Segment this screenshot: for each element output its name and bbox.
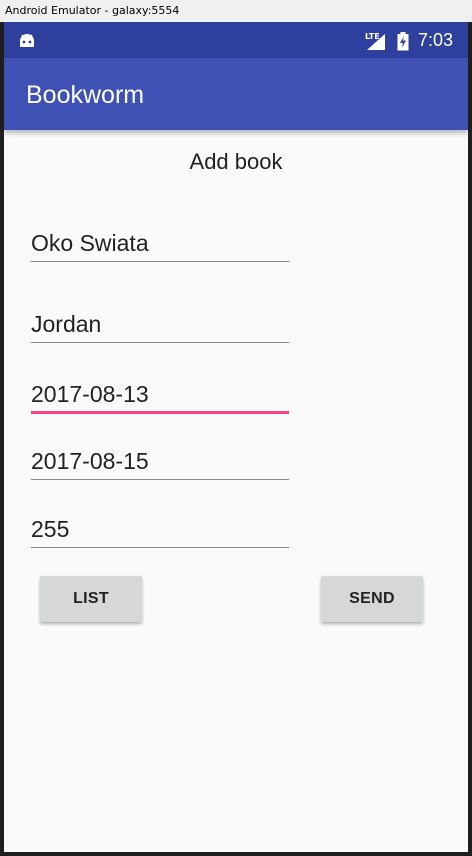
author-field[interactable]: Jordan: [31, 308, 289, 343]
app-title: Bookworm: [26, 81, 145, 109]
pages-field-value: 255: [31, 516, 70, 542]
list-button[interactable]: LIST: [40, 576, 142, 622]
end-date-field-value: 2017-08-15: [31, 448, 149, 474]
network-type-label: LTE: [365, 32, 380, 41]
title-field[interactable]: Oko Swiata: [31, 227, 289, 262]
start-date-field[interactable]: 2017-08-13: [31, 377, 289, 414]
emulator-window-title: Android Emulator - galaxy:5554: [0, 0, 472, 22]
add-book-form: Add book Oko Swiata Jordan 2017-08-13 20…: [4, 130, 468, 852]
device-screen: LTE 7:03 Bookworm Add book Oko Swiata Jo…: [4, 22, 468, 852]
end-date-field[interactable]: 2017-08-15: [31, 445, 289, 480]
status-bar: LTE 7:03: [4, 22, 468, 58]
page-title: Add book: [189, 149, 283, 174]
author-field-value: Jordan: [31, 311, 102, 337]
app-toolbar: Bookworm: [4, 58, 468, 130]
send-button[interactable]: SEND: [321, 576, 423, 622]
title-field-value: Oko Swiata: [31, 230, 149, 256]
android-notification-icon: [18, 33, 36, 54]
status-clock: 7:03: [418, 30, 454, 50]
pages-field[interactable]: 255: [31, 513, 289, 548]
start-date-field-value: 2017-08-13: [31, 381, 149, 407]
battery-charging-icon: [397, 32, 409, 56]
